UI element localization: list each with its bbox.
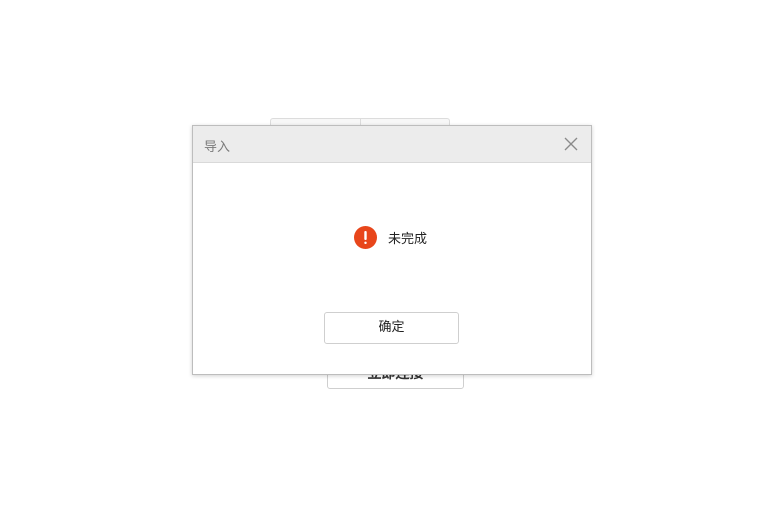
close-icon <box>564 137 578 151</box>
page: 立即连接 导入 未完成 确定 <box>0 0 758 532</box>
close-button[interactable] <box>561 134 581 154</box>
dialog-title: 导入 <box>204 140 231 155</box>
dialog-header: 导入 <box>193 126 591 163</box>
ok-button[interactable]: 确定 <box>324 312 459 344</box>
status-message: 未完成 <box>354 225 427 249</box>
status-message-text: 未完成 <box>388 231 428 247</box>
import-dialog: 导入 未完成 确定 <box>192 125 592 375</box>
exclamation-circle-icon <box>354 225 377 249</box>
